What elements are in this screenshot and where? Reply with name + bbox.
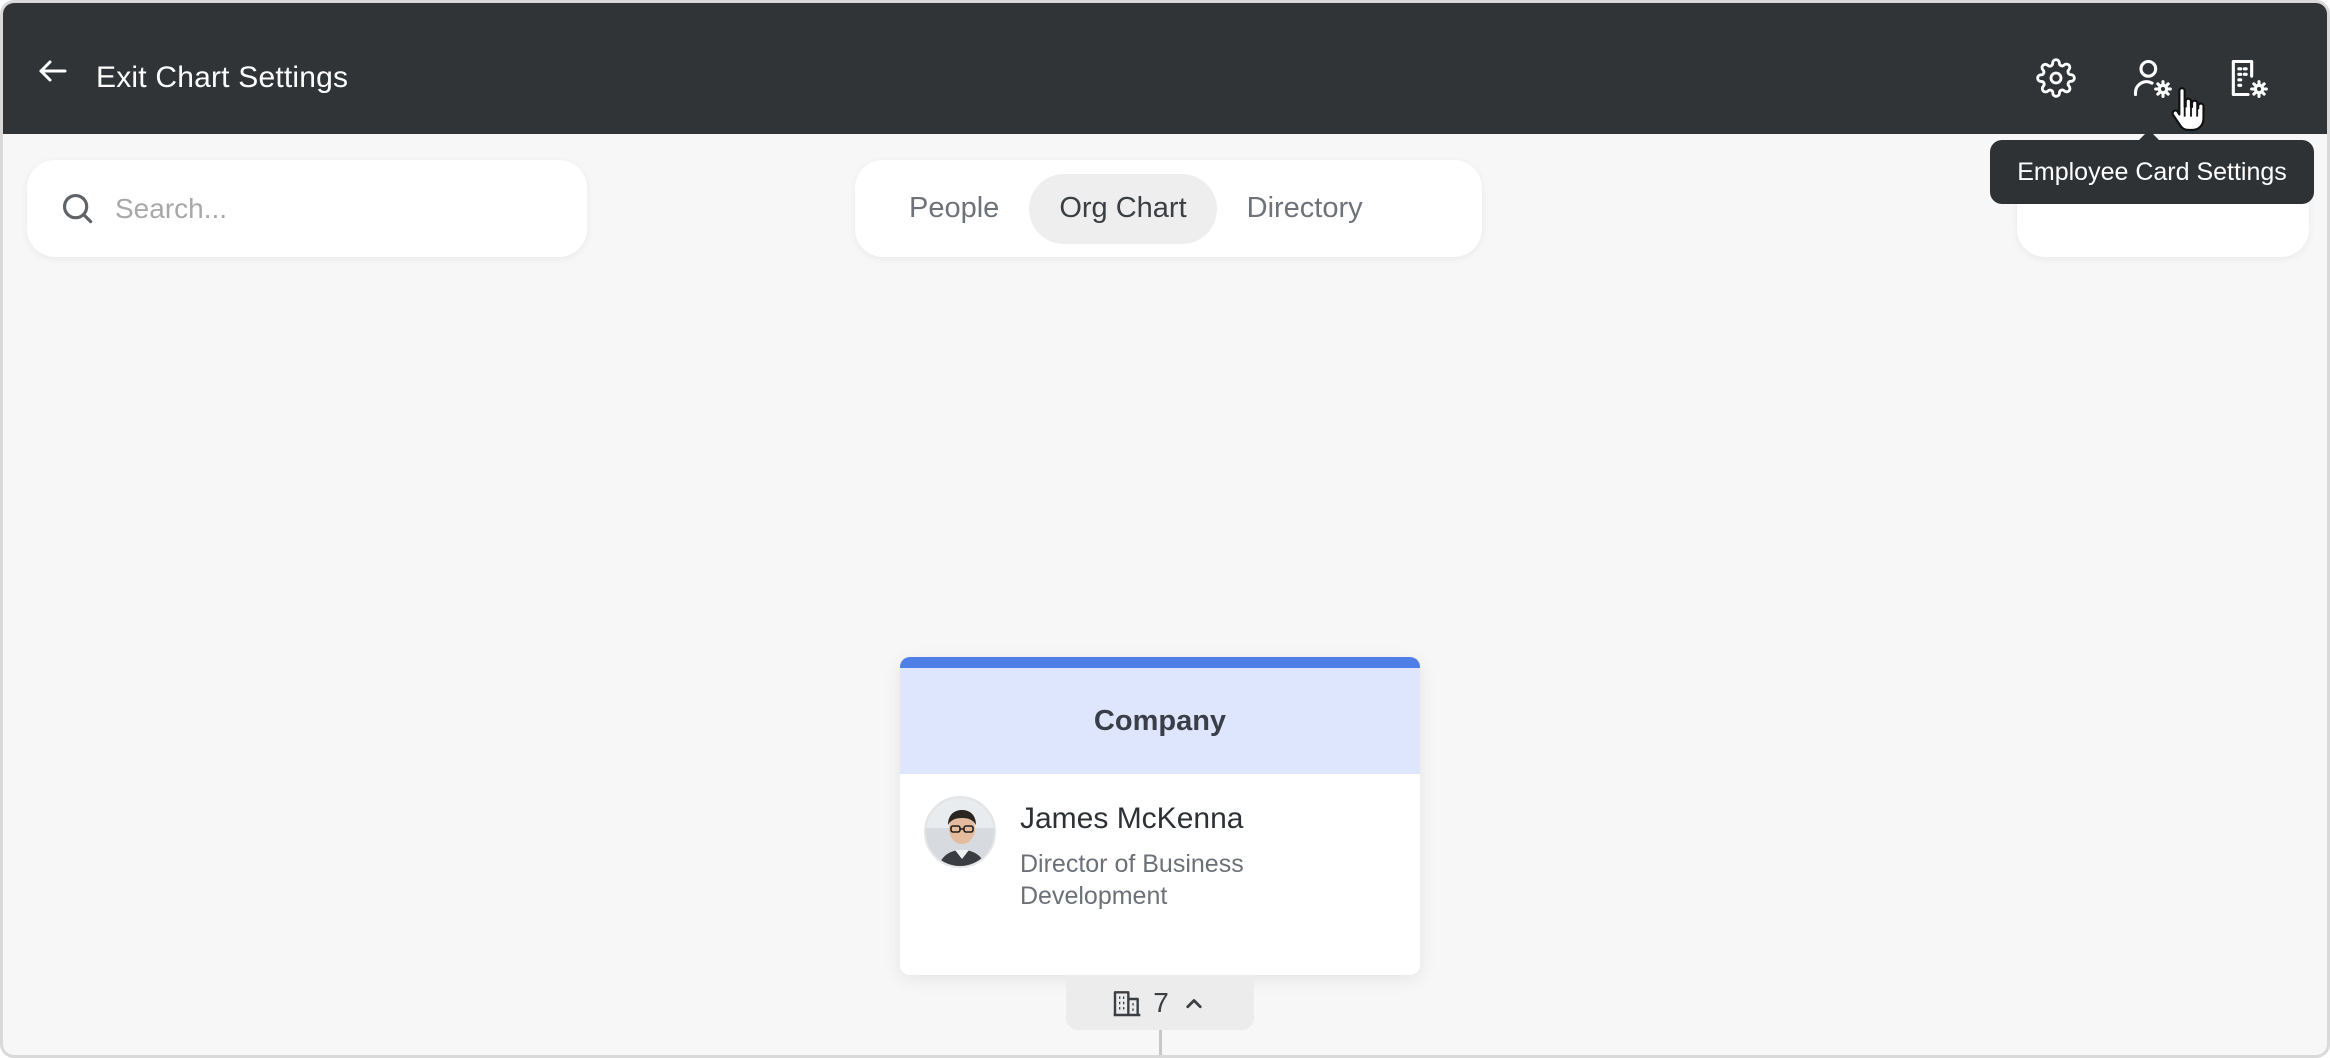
reports-count: 7 (1153, 986, 1169, 1018)
department-accent-bar (900, 657, 1420, 668)
pointer-hand-cursor-icon (2171, 87, 2205, 132)
employee-card-settings-tooltip: Employee Card Settings (1990, 130, 2314, 204)
tab-people[interactable]: People (879, 174, 1029, 244)
search-icon (62, 193, 93, 223)
search-bar (27, 160, 587, 257)
tab-directory[interactable]: Directory (1217, 174, 1393, 244)
arrow-left-icon (39, 60, 67, 82)
chevron-up-icon (1186, 998, 1202, 1008)
chart-connector-line (1159, 1030, 1162, 1055)
building-gear-icon (2231, 59, 2268, 98)
avatar[interactable] (924, 796, 996, 868)
top-bar: Exit Chart Settings (3, 3, 2327, 134)
exit-chart-settings-label[interactable]: Exit Chart Settings (96, 61, 348, 95)
back-button[interactable] (33, 51, 73, 91)
person-photo-icon (926, 798, 994, 866)
department-label: Company (900, 668, 1420, 774)
search-input[interactable] (115, 192, 575, 225)
employee-card[interactable]: James McKenna Director of Business Devel… (900, 774, 1420, 975)
expand-reports-button[interactable]: 7 (1066, 975, 1254, 1030)
view-tabs: People Org Chart Directory (855, 160, 1482, 257)
employee-title: Director of Business Development (1020, 850, 1244, 910)
app-frame: Exit Chart Settings Search... People Org… (0, 0, 2330, 1058)
building-icon (1113, 990, 1141, 1016)
chart-settings-button[interactable] (2033, 55, 2079, 101)
gear-icon (2036, 58, 2076, 98)
tab-org-chart[interactable]: Org Chart (1029, 173, 1217, 244)
employee-name: James McKenna (1020, 802, 1244, 835)
org-chart-node[interactable]: Company James McKenna Director of Busine… (900, 657, 1420, 975)
org-settings-button[interactable] (2225, 55, 2271, 101)
